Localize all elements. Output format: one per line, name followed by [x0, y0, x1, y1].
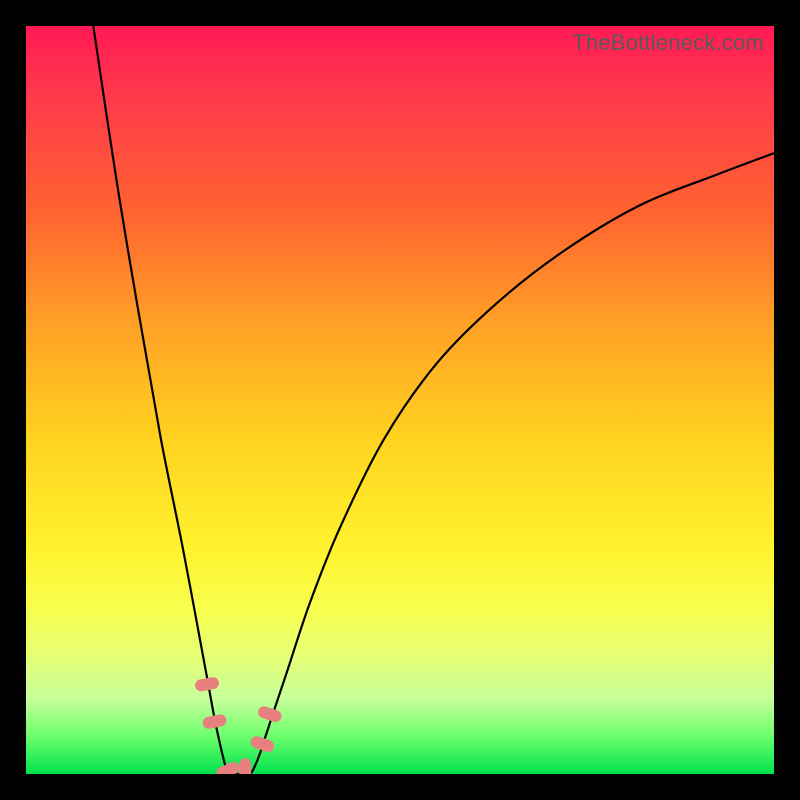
curve-marker — [194, 676, 220, 692]
bottleneck-chart — [26, 26, 774, 774]
plot-area: TheBottleneck.com — [26, 26, 774, 774]
watermark-text: TheBottleneck.com — [572, 30, 764, 56]
chart-frame: TheBottleneck.com — [0, 0, 800, 800]
curve-marker — [202, 713, 228, 730]
curve-marker — [239, 758, 251, 774]
curve-marker — [215, 760, 242, 774]
curve-marker — [249, 735, 276, 754]
bottleneck-curve — [93, 26, 774, 774]
